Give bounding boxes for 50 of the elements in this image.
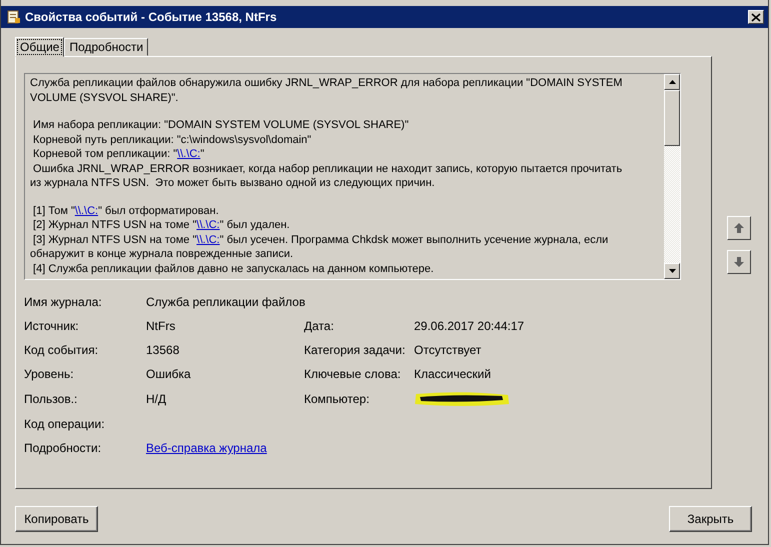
description-line: из журнала NTFS USN. Это может быть вызвано одной из следующих причин.: [30, 176, 436, 190]
volume-link[interactable]: \\.\C:: [196, 219, 220, 231]
description-line: [4] Служба репликации файлов давно не запускалась на данном компьютере.: [32, 262, 435, 276]
description-line: обнаружит в конце журнала поврежденные записи.: [30, 247, 294, 262]
field-label: Источник:: [24, 318, 80, 334]
previous-event-button[interactable]: [727, 216, 751, 240]
event-viewer-icon: [7, 10, 21, 24]
field-label: Подробности:: [24, 440, 102, 456]
field-label: Дата:: [304, 318, 335, 334]
scroll-down-icon[interactable]: [668, 269, 676, 273]
copy-button[interactable]: Копировать: [15, 506, 98, 532]
scroll-up-icon[interactable]: [668, 80, 676, 84]
window-title: Свойства событий - Событие 13568, NtFrs: [25, 10, 278, 24]
field-label: Ключевые слова:: [304, 366, 402, 382]
description-line: Имя набора репликации: "DOMAIN SYSTEM VOLUME (SYSVOL SHARE)": [32, 118, 410, 132]
field-label: Код события:: [24, 342, 100, 358]
description-line: [1] Том "\\.\C:" был отформатирован.: [32, 204, 220, 218]
field-value: Ошибка: [146, 366, 192, 382]
description-line: Ошибка JRNL_WRAP_ERROR возникает, когда набор репликации не находит запись, которую пытается прочитать: [32, 162, 624, 176]
field-label: Пользов.:: [24, 391, 78, 407]
volume-link[interactable]: \\.\C:: [196, 234, 220, 246]
field-value: NtFrs: [146, 318, 176, 334]
field-label: Компьютер:: [304, 391, 370, 407]
description-line: Корневой том репликации: "\\.\C:": [32, 147, 206, 162]
volume-link[interactable]: \\.\C:: [177, 148, 200, 160]
field-label: Код операции:: [24, 416, 106, 432]
close-button[interactable]: Закрыть: [669, 506, 752, 532]
field-label: Уровень:: [24, 366, 75, 382]
next-event-button[interactable]: [727, 250, 751, 274]
tab[interactable]: Подробности: [64, 38, 148, 56]
description-line: Служба репликации файлов обнаружила ошибку JRNL_WRAP_ERROR для набора репликации "DOMAIN SYSTEM: [30, 76, 624, 90]
field-value: Классический: [414, 366, 492, 382]
description-line: Корневой путь репликации: "c:\windows\sysvol\domain": [32, 132, 312, 147]
field-value: Отсутствует: [414, 342, 482, 358]
field-label: Имя журнала:: [24, 294, 103, 310]
help-link[interactable]: Веб-справка журнала: [146, 441, 267, 455]
close-icon[interactable]: [748, 10, 764, 24]
field-value: 13568: [146, 342, 180, 358]
tab[interactable]: Общие: [15, 37, 64, 57]
field-value: 29.06.2017 20:44:17: [414, 318, 526, 334]
description-line: VOLUME (SYSVOL SHARE)".: [30, 90, 180, 105]
scrollbar[interactable]: [664, 74, 680, 279]
field-value: Н/Д: [146, 391, 168, 407]
volume-link[interactable]: \\.\C:: [74, 204, 98, 216]
field-label: Категория задачи:: [304, 342, 406, 358]
down-arrow-icon: [733, 256, 745, 268]
up-arrow-icon: [733, 222, 745, 234]
description-line: [3] Журнал NTFS USN на томе "\\.\C:" был усечен. Программа Chkdsk может выполнить усечение журнала, если: [32, 232, 610, 247]
field-value: Служба репликации файлов: [146, 294, 304, 310]
description-line: [2] Журнал NTFS USN на томе "\\.\C:" был удален.: [32, 218, 291, 232]
